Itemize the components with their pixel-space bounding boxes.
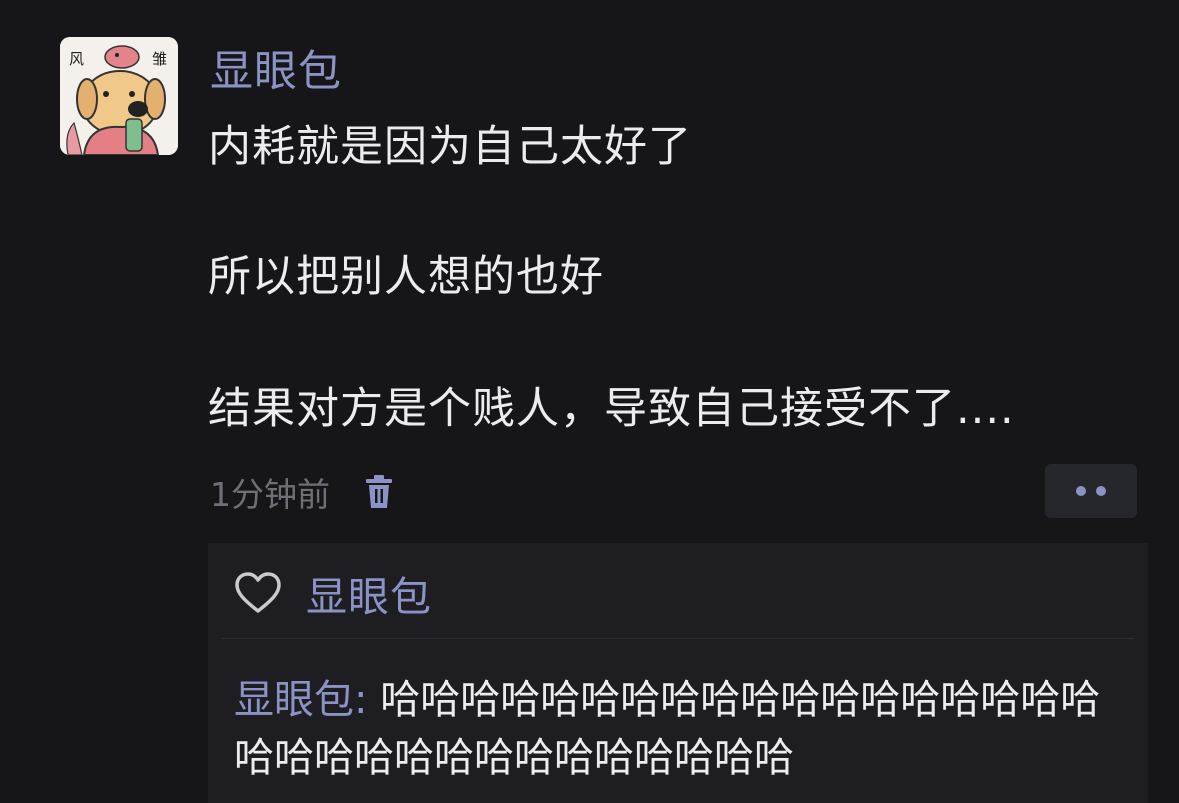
post-content-line: 结果对方是个贱人，导致自己接受不了.... [208, 384, 1015, 434]
heart-icon[interactable] [234, 570, 284, 616]
interactions-panel: 显眼包 显眼包: 哈哈哈哈哈哈哈哈哈哈哈哈哈哈哈哈哈哈哈哈哈哈哈哈哈哈哈哈哈哈哈… [208, 543, 1148, 803]
post-content-line: 所以把别人想的也好 [208, 252, 604, 302]
cartoon-dog-avatar-icon: 风 雏 [60, 37, 178, 155]
comment-author[interactable]: 显眼包 [234, 677, 354, 723]
comment-item: 显眼包: 哈哈哈哈哈哈哈哈哈哈哈哈哈哈哈哈哈哈哈哈哈哈哈哈哈哈哈哈哈哈哈哈 [234, 671, 1134, 787]
more-dots-icon [1096, 486, 1106, 496]
post-timestamp: 1分钟前 [210, 475, 330, 514]
more-options-button[interactable] [1045, 464, 1137, 518]
post-content-line: 内耗就是因为自己太好了 [208, 122, 692, 172]
divider [222, 638, 1134, 639]
trash-icon[interactable] [362, 472, 396, 512]
comment-separator: : [354, 677, 381, 723]
post-meta: 1分钟前 [210, 468, 396, 516]
post-username[interactable]: 显眼包 [210, 44, 342, 100]
likes-row: 显眼包 [234, 565, 432, 621]
more-dots-icon [1076, 486, 1086, 496]
avatar[interactable]: 风 雏 [60, 37, 178, 155]
liker-name[interactable]: 显眼包 [306, 563, 432, 623]
avatar-stamp-left: 风 [69, 50, 84, 68]
avatar-stamp-right: 雏 [152, 50, 167, 68]
